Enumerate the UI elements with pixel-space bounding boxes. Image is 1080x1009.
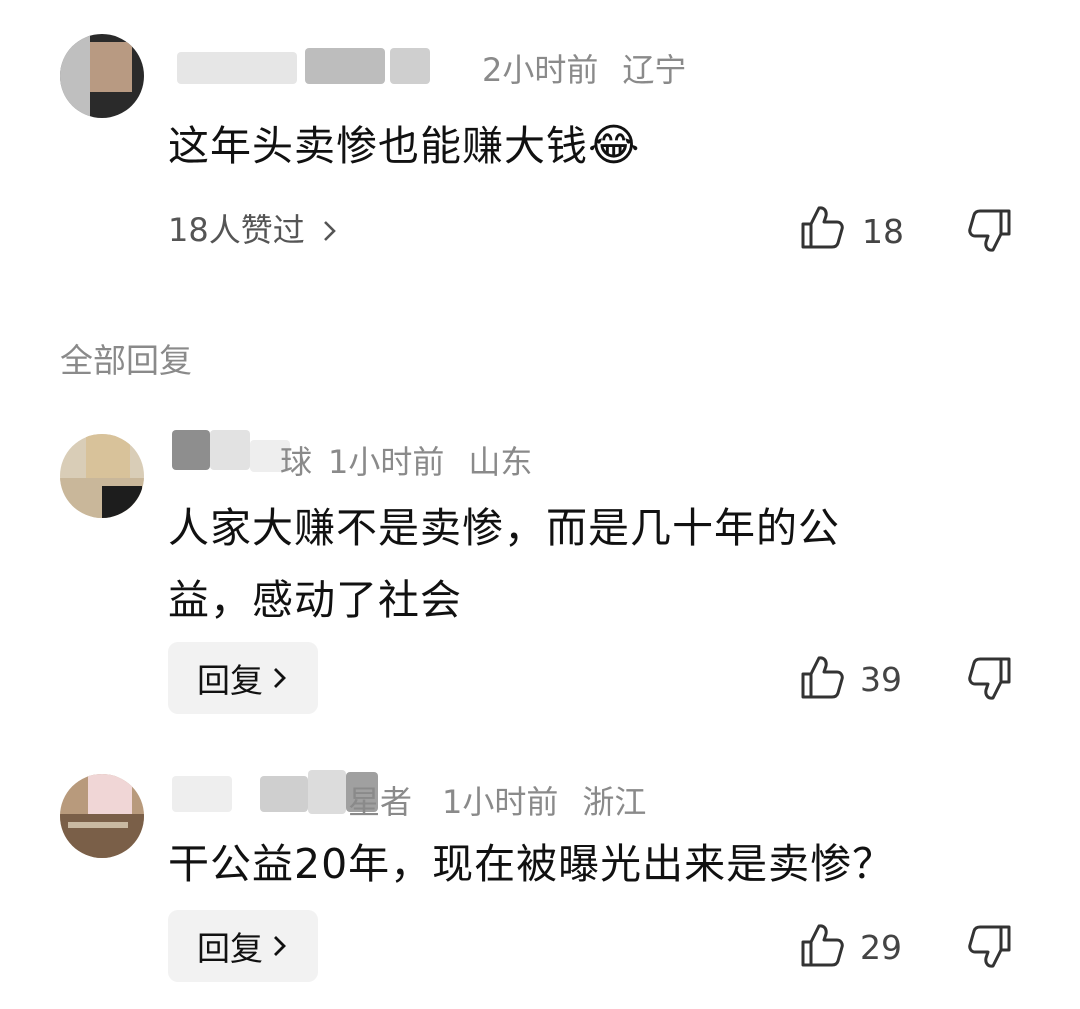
- reply-meta: 星者 1小时前 浙江: [348, 782, 670, 822]
- avatar[interactable]: [60, 34, 144, 118]
- avatar[interactable]: [60, 774, 144, 858]
- like-button[interactable]: [800, 654, 844, 704]
- comment-time: 2小时前: [482, 51, 599, 89]
- thumbs-up-icon: [801, 656, 844, 699]
- like-button[interactable]: [800, 204, 844, 254]
- dislike-button[interactable]: [968, 208, 1012, 258]
- laughing-emoji-icon: 😂: [588, 120, 641, 171]
- thumbs-up-icon: [801, 206, 844, 249]
- dislike-button[interactable]: [968, 924, 1012, 974]
- chevron-right-icon: [274, 936, 286, 956]
- chevron-right-icon: [323, 221, 336, 241]
- reply-text: 人家大赚不是卖惨，而是几十年的公 益，感动了社会: [168, 504, 840, 624]
- replies-header: 全部回复: [60, 341, 192, 380]
- comment-text: 这年头卖惨也能赚大钱😂: [168, 120, 641, 171]
- comment-meta: 2小时前 辽宁: [482, 50, 710, 90]
- reply-button[interactable]: 回复: [168, 642, 318, 714]
- username-visible: 星者: [348, 783, 413, 821]
- reply-button[interactable]: 回复: [168, 910, 318, 982]
- reply-location: 浙江: [582, 783, 647, 821]
- like-count: 39: [860, 660, 902, 699]
- username-visible: 球: [280, 443, 313, 481]
- like-count: 29: [860, 928, 902, 967]
- likers-link[interactable]: 18人赞过: [168, 210, 339, 250]
- reply-location: 山东: [468, 443, 533, 481]
- avatar[interactable]: [60, 434, 144, 518]
- reply-meta: 球 1小时前 山东: [280, 442, 556, 482]
- username-blurred[interactable]: [165, 46, 465, 86]
- thumbs-down-icon: [968, 657, 1011, 700]
- reply-time: 1小时前: [328, 443, 445, 481]
- thumbs-up-icon: [801, 924, 844, 967]
- reply-time: 1小时前: [442, 783, 559, 821]
- dislike-button[interactable]: [968, 656, 1012, 706]
- comment-location: 辽宁: [622, 51, 687, 89]
- like-button[interactable]: [800, 922, 844, 972]
- thumbs-down-icon: [968, 209, 1011, 252]
- like-count: 18: [862, 212, 904, 251]
- reply-text: 干公益20年，现在被曝光出来是卖惨？: [168, 840, 895, 888]
- chevron-right-icon: [274, 668, 286, 688]
- thumbs-down-icon: [968, 925, 1011, 968]
